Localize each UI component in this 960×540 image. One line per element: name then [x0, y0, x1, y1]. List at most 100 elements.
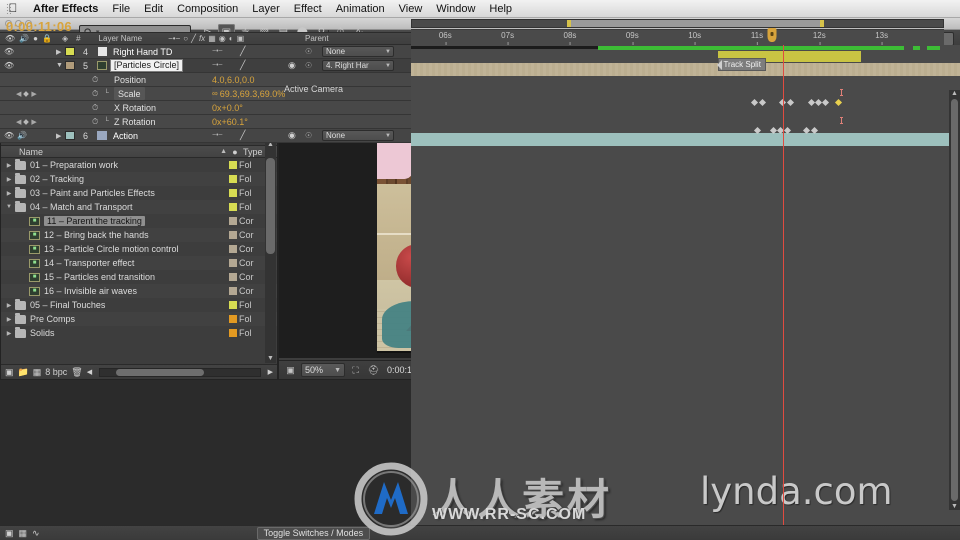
keyframe-navigator[interactable]: ◀ ▶ [16, 115, 37, 128]
property-expand-icon[interactable]: └ [104, 115, 109, 128]
layer-name[interactable]: Right Hand TD [113, 45, 172, 58]
quality-switch[interactable]: ╱ [240, 129, 245, 142]
property-expand-icon[interactable]: └ [104, 87, 109, 100]
scroll-thumb[interactable] [951, 99, 958, 501]
scroll-down-arrow[interactable]: ▼ [951, 503, 958, 510]
comp-flowchart-icon[interactable]: ▦ [19, 528, 28, 539]
label-color-swatch[interactable] [65, 131, 75, 140]
frame-render-time-icon[interactable]: ▣ [5, 528, 14, 539]
lock-icon[interactable]: 🔒 [42, 34, 52, 43]
speaker-icon[interactable]: 🔊 [19, 34, 29, 43]
motion-blur-icon[interactable]: ◉ [219, 34, 226, 43]
property-value[interactable]: ∞ 69.3,69.3,69.0% [212, 87, 286, 100]
shy-switch[interactable]: −•− [212, 45, 223, 58]
speaker-icon[interactable]: 🔊 [17, 131, 27, 140]
timeline-layer-row[interactable]: 👁 ▶ 4 Right Hand TD −•− ╱ ☉ None ▼ [0, 45, 411, 59]
timeline-track-area[interactable]: Track Split [411, 45, 960, 525]
label-icon[interactable]: ◈ [62, 34, 68, 43]
layer-bar-action[interactable] [411, 133, 960, 146]
layer-name-column[interactable]: Layer Name [99, 34, 143, 43]
shy-switch[interactable]: −•− [212, 59, 223, 72]
parent-select[interactable]: None ▼ [322, 130, 394, 141]
graph-editor-icon[interactable]: ∿ [32, 528, 40, 539]
parent-select[interactable]: None ▼ [322, 46, 394, 57]
solo-icon[interactable]: ● [33, 34, 38, 43]
quality-switch[interactable]: ╱ [240, 59, 245, 72]
property-name[interactable]: Z Rotation [114, 115, 156, 128]
menu-item-composition[interactable]: Composition [170, 0, 245, 18]
disclosure-triangle[interactable]: ▼ [56, 59, 63, 72]
effects-icon[interactable]: fx [199, 34, 205, 43]
layer-list[interactable]: 👁 ▶ 4 Right Hand TD −•− ╱ ☉ None ▼ 👁 ▼ 5 [… [0, 45, 411, 143]
property-name[interactable]: Scale [114, 87, 145, 100]
work-area-track[interactable] [411, 19, 944, 28]
eye-icon[interactable]: 👁 [4, 131, 14, 140]
shy-icon[interactable]: −•− [168, 34, 180, 43]
parent-pick-whip[interactable]: ☉ [305, 129, 312, 142]
toggle-switches-modes-button[interactable]: Toggle Switches / Modes [256, 526, 371, 540]
stopwatch-icon[interactable]: ⏱ [92, 75, 98, 85]
property-value[interactable]: 0x+60.1° [212, 115, 248, 128]
timeline-body[interactable]: 👁 ▶ 4 Right Hand TD −•− ╱ ☉ None ▼ 👁 ▼ 5 [… [0, 45, 960, 525]
work-area-bar[interactable] [566, 20, 825, 27]
stopwatch-icon[interactable]: ⏱ [92, 89, 98, 99]
playhead[interactable] [782, 45, 784, 525]
label-color-swatch[interactable] [65, 61, 75, 70]
timeline-layer-row[interactable]: 👁 ▼ 5 [Particles Circle] −•− ╱ ◉ ☉ 4. Ri… [0, 59, 411, 73]
menu-item-window[interactable]: Window [429, 0, 482, 18]
parent-pick-whip[interactable]: ☉ [305, 59, 312, 72]
layer-bar-particles-circle[interactable] [411, 63, 960, 76]
scroll-up-arrow[interactable]: ▲ [951, 90, 958, 97]
threed-switch[interactable]: ◉ [288, 129, 296, 142]
menu-item-view[interactable]: View [392, 0, 430, 18]
disclosure-triangle[interactable]: ▶ [56, 45, 61, 58]
eye-icon[interactable]: 👁 [4, 47, 14, 56]
stopwatch-icon[interactable]: ⏱ [92, 103, 98, 113]
timeline-vertical-scrollbar[interactable]: ▲ ▼ [949, 90, 960, 510]
shy-switch[interactable]: −•− [212, 129, 223, 142]
parent-pick-whip[interactable]: ☉ [305, 45, 312, 58]
menu-item-help[interactable]: Help [482, 0, 519, 18]
time-marker-handle[interactable] [767, 28, 777, 42]
label-color-swatch[interactable] [65, 47, 75, 56]
keyframe-navigator[interactable]: ◀ ▶ [16, 87, 37, 100]
eye-icon[interactable]: 👁 [5, 34, 15, 43]
frame-blend-icon[interactable]: ▦ [208, 34, 216, 43]
apple-icon[interactable]:  [0, 2, 26, 16]
menu-item-edit[interactable]: Edit [137, 0, 170, 18]
disclosure-triangle[interactable]: ▶ [56, 129, 61, 142]
timeline-property-row[interactable]: ⏱ Position 4.0,6.0,0.0 [0, 73, 411, 87]
keyframe[interactable] [758, 98, 766, 107]
adjustment-icon[interactable]: ◐ [229, 34, 234, 43]
menu-item-effect[interactable]: Effect [287, 0, 329, 18]
keyframe[interactable] [751, 98, 759, 107]
property-value[interactable]: 4.0,6.0,0.0 [212, 73, 255, 86]
timeline-property-row[interactable]: ⏱ X Rotation 0x+0.0° [0, 101, 411, 115]
threed-switch[interactable]: ◉ [288, 59, 296, 72]
eye-icon[interactable]: 👁 [4, 61, 14, 70]
property-name[interactable]: Position [114, 73, 146, 86]
stopwatch-icon[interactable]: ⏱ [92, 117, 98, 127]
timeline-property-row[interactable]: ◀ ▶ ⏱ └ Z Rotation 0x+60.1° [0, 115, 411, 129]
keyframe[interactable] [822, 98, 830, 107]
menu-item-file[interactable]: File [105, 0, 137, 18]
quality-switch[interactable]: ╱ [240, 45, 245, 58]
quality-icon[interactable]: ╱ [191, 34, 196, 43]
timeline-property-row[interactable]: ◀ ▶ ⏱ └ Scale ∞ 69.3,69.3,69.0% [0, 87, 411, 101]
menu-item-layer[interactable]: Layer [245, 0, 287, 18]
keyframe[interactable] [814, 98, 822, 107]
layer-name[interactable]: Action [113, 129, 138, 142]
menu-app-name[interactable]: After Effects [26, 0, 105, 18]
collapse-icon[interactable]: ○ [183, 34, 188, 43]
track-split-marker[interactable]: Track Split [717, 58, 766, 71]
menu-item-animation[interactable]: Animation [329, 0, 392, 18]
property-value[interactable]: 0x+0.0° [212, 101, 243, 114]
timeline-layer-row[interactable]: 👁 🔊 ▶ 6 Action −•− ╱ ◉ ☉ None ▼ [0, 129, 411, 143]
keyframe-selected[interactable] [834, 98, 842, 107]
keyframe[interactable] [786, 98, 794, 107]
parent-select[interactable]: 4. Right Har ▼ [322, 60, 394, 71]
threed-icon[interactable]: ▣ [237, 34, 245, 43]
timeline-current-time[interactable]: 0:00:11:06 [6, 20, 72, 33]
chain-link-icon[interactable]: ∞ [212, 89, 218, 98]
timeline-ruler[interactable]: 06s 07s 08s 09s 10s 11s 12s 13s [411, 16, 944, 48]
